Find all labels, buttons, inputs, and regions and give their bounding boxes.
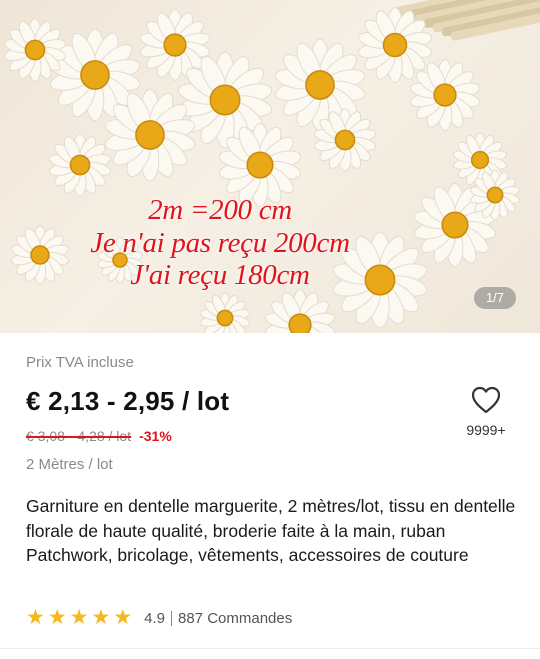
image-counter-badge: 1/7 [474,287,516,309]
star-rating: ★ ★ ★ ★ ★ [26,606,133,629]
original-price-row: € 3,08 - 4,28 / lot -31% [26,428,172,444]
wishlist-button[interactable]: 9999+ [460,386,512,438]
overlay-text-line-3: J'ai reçu 180cm [130,259,310,291]
orders-count: 887 Commandes [178,609,293,627]
tax-note: Prix TVA incluse [26,354,134,371]
star-icon: ★ [113,606,133,629]
heart-outline-icon [471,386,501,414]
rating-score: 4.9 [144,609,165,627]
original-price: € 3,08 - 4,28 / lot [26,428,132,444]
rating-divider [171,610,172,626]
star-icon: ★ [47,606,67,629]
wishlist-count: 9999+ [466,422,506,438]
star-icon: ★ [69,606,89,629]
section-divider [0,648,540,649]
unit-label: 2 Mètres / lot [26,456,113,473]
product-title: Garniture en dentelle marguerite, 2 mètr… [26,496,516,565]
daisy-flower [264,289,336,333]
price-range: € 2,13 - 2,95 / lot [26,386,230,416]
overlay-text-line-1: 2m =200 cm [148,194,292,226]
star-icon: ★ [26,606,45,629]
daisy-flower [49,133,111,197]
daisy-flower [200,292,250,333]
rating-row[interactable]: ★ ★ ★ ★ ★ 4.9 887 Commandes [26,607,292,629]
product-image-gallery[interactable]: 2m =200 cm Je n'ai pas reçu 200cm J'ai r… [0,0,540,333]
overlay-text-line-2: Je n'ai pas reçu 200cm [90,227,350,259]
star-icon: ★ [91,606,111,629]
discount-badge: -31% [139,428,172,444]
